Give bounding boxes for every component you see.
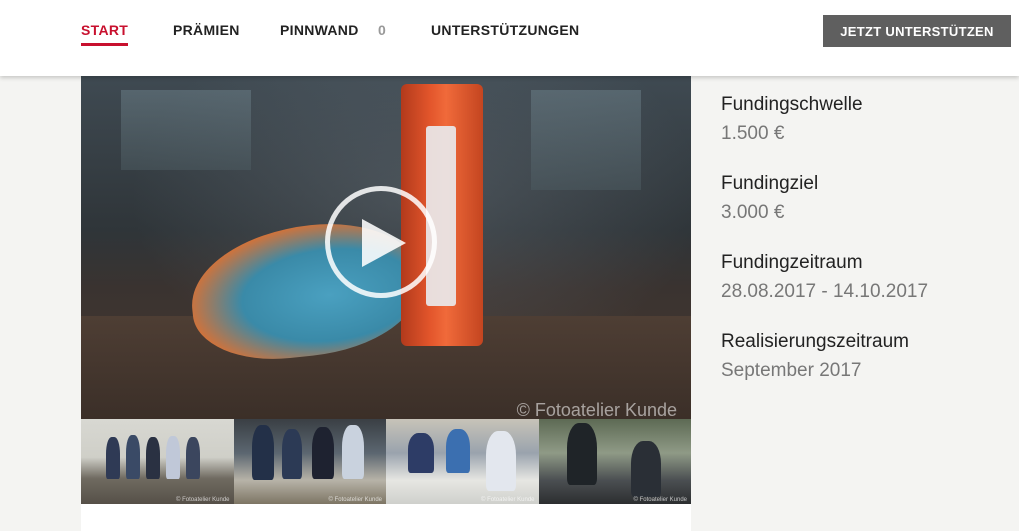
stat-label: Fundingschwelle <box>721 94 863 115</box>
active-tab-indicator <box>81 43 129 46</box>
thumbnail-caption: © Fotoatelier Kunde <box>481 497 535 503</box>
thumbnail-4[interactable]: © Fotoatelier Kunde <box>538 419 691 504</box>
play-icon <box>362 219 406 267</box>
stat-value: 28.08.2017 - 14.10.2017 <box>721 281 929 302</box>
thumbnail-1[interactable]: © Fotoatelier Kunde <box>81 419 234 504</box>
support-now-label: JETZT UNTERSTÜTZEN <box>840 23 994 39</box>
tab-pinnwand-label: PINNWAND <box>280 22 359 38</box>
stat-value: 3.000 € <box>721 202 785 223</box>
funding-threshold: Fundingschwelle 1.500 € <box>721 93 1011 145</box>
person-figure <box>186 437 200 479</box>
content-panel <box>81 504 691 531</box>
support-now-button[interactable]: JETZT UNTERSTÜTZEN <box>823 15 1011 47</box>
stat-label: Realisierungszeitraum <box>721 331 909 352</box>
pinnwand-count-badge: 0 <box>378 22 386 38</box>
background-window <box>121 90 251 170</box>
stat-value: September 2017 <box>721 360 862 381</box>
person-figure <box>146 437 160 479</box>
funding-period: Fundingzeitraum 28.08.2017 - 14.10.2017 <box>721 251 1011 303</box>
person-figure <box>281 429 302 479</box>
person-figure <box>566 423 597 485</box>
person-figure <box>630 441 661 497</box>
person-figure <box>166 436 180 479</box>
person-figure <box>126 435 140 479</box>
tab-start[interactable]: START <box>81 22 129 46</box>
stat-label: Fundingzeitraum <box>721 252 863 273</box>
realization-period: Realisierungszeitraum September 2017 <box>721 330 1011 382</box>
person-figure <box>408 433 434 473</box>
stat-label: Fundingziel <box>721 173 819 194</box>
tab-pinnwand[interactable]: PINNWAND <box>280 22 359 38</box>
tab-praemien[interactable]: PRÄMIEN <box>173 22 240 38</box>
tab-unterstuetzungen[interactable]: UNTERSTÜTZUNGEN <box>431 22 579 38</box>
top-navigation-bar: START PRÄMIEN PINNWAND 0 UNTERSTÜTZUNGEN… <box>0 0 1019 76</box>
tab-praemien-label: PRÄMIEN <box>173 22 240 38</box>
background-window <box>531 90 641 190</box>
person-figure <box>106 437 120 479</box>
tab-unterstuetzungen-label: UNTERSTÜTZUNGEN <box>431 22 580 38</box>
thumbnail-caption: © Fotoatelier Kunde <box>633 497 687 503</box>
person-figure <box>446 429 470 473</box>
thumbnail-2[interactable]: © Fotoatelier Kunde <box>233 419 386 504</box>
stat-value: 1.500 € <box>721 123 785 144</box>
person-figure <box>486 431 516 491</box>
person-figure <box>341 425 364 479</box>
image-thumbnail-strip: © Fotoatelier Kunde © Fotoatelier Kunde … <box>81 419 691 504</box>
thumbnail-caption: © Fotoatelier Kunde <box>328 497 382 503</box>
funding-facts-sidebar: Fundingschwelle 1.500 € Fundingziel 3.00… <box>721 93 1011 409</box>
photo-watermark: © Fotoatelier Kunde <box>516 400 677 419</box>
funding-goal: Fundingziel 3.000 € <box>721 172 1011 224</box>
project-video[interactable]: © Fotoatelier Kunde <box>81 76 691 419</box>
thumbnail-caption: © Fotoatelier Kunde <box>176 497 230 503</box>
person-figure <box>251 425 274 480</box>
play-button[interactable] <box>325 186 437 298</box>
thumbnail-3[interactable]: © Fotoatelier Kunde <box>386 419 539 504</box>
person-figure <box>311 427 334 479</box>
tab-start-label: START <box>81 22 129 38</box>
